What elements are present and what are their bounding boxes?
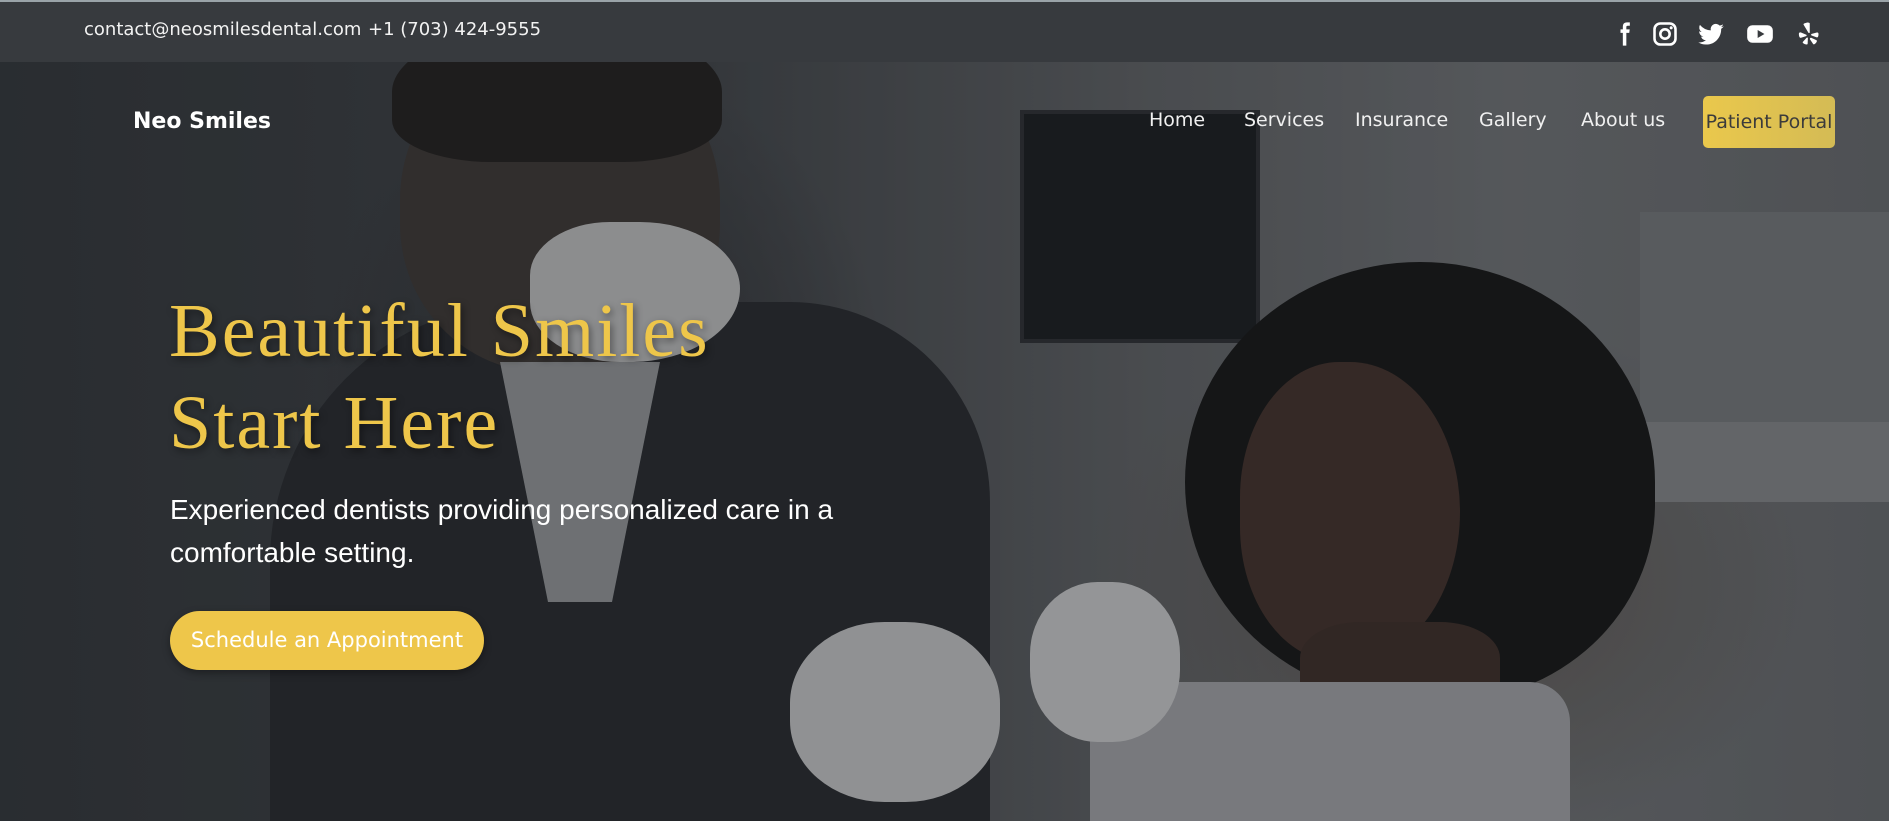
top-contact-bar: contact@neosmilesdental.com +1 (703) 424…	[0, 0, 1889, 62]
nav-home[interactable]: Home	[1149, 109, 1205, 131]
facebook-icon[interactable]	[1610, 20, 1638, 48]
nav-gallery[interactable]: Gallery	[1479, 109, 1547, 131]
twitter-icon[interactable]	[1697, 20, 1725, 48]
patient-portal-button[interactable]: Patient Portal	[1703, 96, 1835, 148]
yelp-icon[interactable]	[1794, 20, 1822, 48]
hero-headline: Beautiful Smiles Start Here	[169, 285, 969, 469]
nav-about-us[interactable]: About us	[1581, 109, 1665, 131]
hero-subtext: Experienced dentists providing personali…	[170, 494, 834, 568]
headline-line-2: Start Here	[169, 381, 500, 465]
schedule-appointment-button[interactable]: Schedule an Appointment	[170, 611, 484, 670]
nav-insurance[interactable]: Insurance	[1355, 109, 1448, 131]
brand-logo[interactable]: Neo Smiles	[133, 109, 271, 134]
contact-phone-link[interactable]: +1 (703) 424-9555	[368, 19, 541, 40]
instagram-icon[interactable]	[1651, 20, 1679, 48]
contact-email-link[interactable]: contact@neosmilesdental.com	[84, 19, 361, 40]
youtube-icon[interactable]	[1746, 20, 1774, 48]
headline-line-1: Beautiful Smiles	[169, 289, 710, 373]
nav-services[interactable]: Services	[1244, 109, 1324, 131]
